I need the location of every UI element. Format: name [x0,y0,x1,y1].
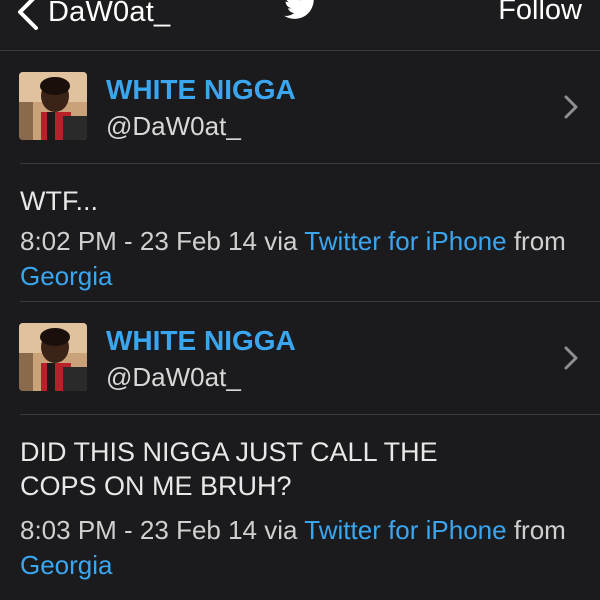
via-label: via [264,226,298,256]
tweet-item: WHITE NIGGA @DaW0at_ DID THIS NIGGA JUST… [0,302,600,600]
location-link[interactable]: Georgia [20,550,113,580]
tweet-text: WTF... [20,186,98,216]
chevron-left-icon [18,0,38,30]
tweet-meta: 8:02 PM - 23 Feb 14 via Twitter for iPho… [20,224,580,294]
profile-row[interactable]: WHITE NIGGA @DaW0at_ [0,51,600,163]
tweet-timestamp: 8:03 PM - 23 Feb 14 [20,515,258,545]
tweet-item: WHITE NIGGA @DaW0at_ WTF... 8:02 PM - 23… [0,51,600,301]
tweet-timestamp: 8:02 PM - 23 Feb 14 [20,226,258,256]
avatar[interactable] [19,72,87,140]
client-link[interactable]: Twitter for iPhone [304,515,506,545]
back-button[interactable]: DaW0at_ [14,0,170,34]
divider [20,414,600,415]
tweet-text: DID THIS NIGGA JUST CALL THE COPS ON ME … [20,437,438,501]
avatar-photo [19,323,87,391]
chevron-right-icon [564,346,578,370]
display-name: WHITE NIGGA [106,325,296,356]
avatar-photo [19,72,87,140]
profile-row[interactable]: WHITE NIGGA @DaW0at_ [0,302,600,414]
client-link[interactable]: Twitter for iPhone [304,226,506,256]
user-handle: @DaW0at_ [106,111,241,141]
avatar[interactable] [19,323,87,391]
tweet-meta: 8:03 PM - 23 Feb 14 via Twitter for iPho… [20,513,580,583]
from-label: from [513,515,566,545]
user-handle: @DaW0at_ [106,362,241,392]
location-link[interactable]: Georgia [20,261,113,291]
via-label: via [264,515,298,545]
tweet-detail-screen: DaW0at_ Follow WHITE NIGGA @DaW0at_ WTF.… [0,0,600,600]
follow-button[interactable]: Follow [498,0,582,32]
from-label: from [513,226,566,256]
navigation-bar: DaW0at_ Follow [0,0,600,51]
divider [20,163,600,164]
display-name: WHITE NIGGA [106,74,296,105]
chevron-right-icon [564,95,578,119]
back-button-label: DaW0at_ [48,0,171,28]
twitter-bird-icon [284,0,314,19]
